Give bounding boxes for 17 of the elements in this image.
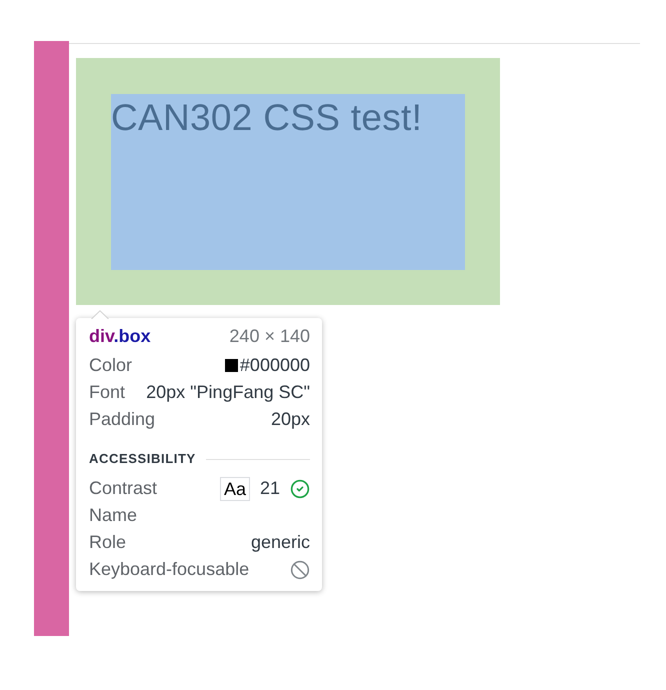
accessibility-label: Keyboard-focusable xyxy=(89,558,250,581)
accessibility-label: Name xyxy=(89,504,138,527)
property-label: Padding xyxy=(89,408,156,431)
property-value: 20px "PingFang SC" xyxy=(146,381,310,404)
property-value: #000000 xyxy=(240,354,310,377)
accessibility-label: Contrast xyxy=(89,477,158,500)
section-heading: ACCESSIBILITY xyxy=(89,450,196,468)
contrast-ratio: 21 xyxy=(260,477,280,500)
accessibility-value: generic xyxy=(250,531,310,554)
element-selector: div.box xyxy=(89,325,151,348)
box-text: CAN302 CSS test! xyxy=(111,96,422,140)
property-label: Color xyxy=(89,354,132,377)
accessibility-label: Role xyxy=(89,531,126,554)
contrast-sample: Aa xyxy=(220,476,250,500)
element-size: 240 × 140 xyxy=(229,325,310,348)
property-label: Font xyxy=(89,381,126,404)
property-value: 20px xyxy=(270,408,310,431)
